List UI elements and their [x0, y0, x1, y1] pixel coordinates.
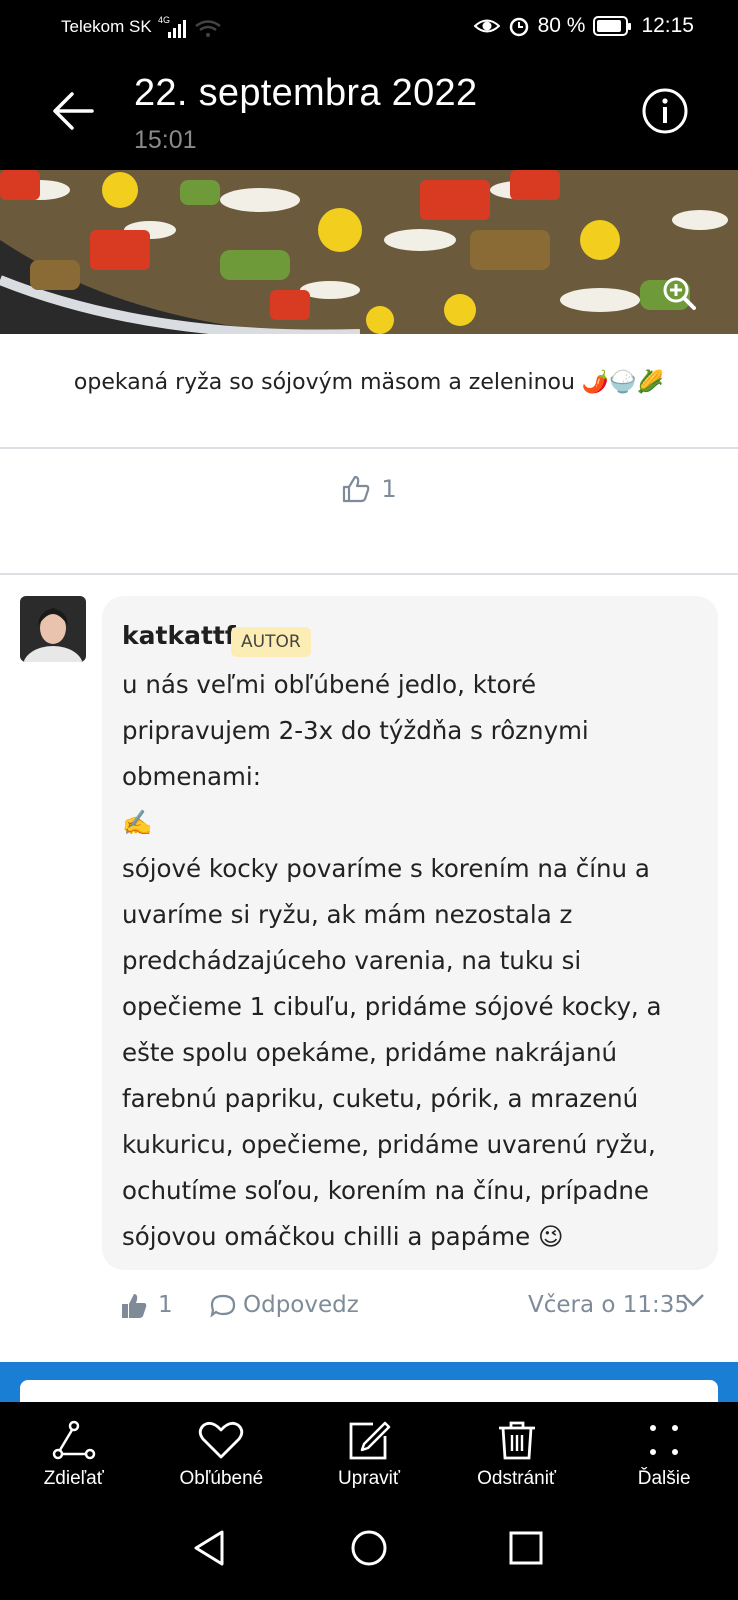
- eye-icon: [473, 19, 500, 33]
- clock: 12:15: [641, 14, 694, 37]
- back-arrow-icon[interactable]: [50, 88, 96, 134]
- post-caption: opekaná ryža so sójovým mäsom a zelenino…: [73, 370, 665, 395]
- thumbs-up-outline-icon: [343, 475, 370, 503]
- reply-bubble-icon[interactable]: [210, 1294, 236, 1318]
- delete-button[interactable]: Odstrániť: [443, 1402, 591, 1502]
- post-photo[interactable]: [0, 170, 738, 334]
- info-icon[interactable]: [640, 86, 690, 136]
- zoom-in-icon[interactable]: [660, 274, 698, 312]
- status-right: 80 % 12:15: [473, 14, 694, 38]
- favorite-label: Obľúbené: [179, 1468, 264, 1489]
- comment-like-count: 1: [158, 1292, 173, 1318]
- share-icon: [52, 1420, 96, 1460]
- thumbs-up-filled-icon[interactable]: [120, 1292, 148, 1320]
- divider: [0, 447, 738, 449]
- page-title: 22. septembra 2022: [134, 72, 478, 114]
- divider: [0, 573, 738, 575]
- comment-timestamp: Včera o 11:35: [528, 1292, 690, 1318]
- fried-rice-photo: [0, 170, 738, 334]
- more-label: Ďalšie: [637, 1468, 691, 1489]
- author-badge: AUTOR: [231, 627, 311, 657]
- reply-button[interactable]: Odpovedz: [243, 1292, 359, 1318]
- comment-text: u nás veľmi obľúbené jedlo, ktoré pripra…: [122, 670, 662, 1251]
- system-navigation-bar: [0, 1502, 738, 1600]
- more-dots-icon: [650, 1425, 679, 1455]
- battery-percent: 80 %: [537, 14, 586, 37]
- delete-label: Odstrániť: [477, 1468, 557, 1489]
- bottom-toolbar: Zdieľať Obľúbené Upraviť Odstrániť Ďalši…: [0, 1402, 738, 1502]
- trash-icon: [498, 1421, 535, 1460]
- post-like-count: 1: [381, 475, 397, 503]
- edit-label: Upraviť: [337, 1468, 400, 1489]
- app-header: 22. septembra 2022 15:01: [0, 56, 738, 170]
- nav-back-icon[interactable]: [192, 1528, 228, 1568]
- share-button[interactable]: Zdieľať: [0, 1402, 148, 1502]
- comment-author[interactable]: katkattf: [122, 621, 236, 650]
- battery-icon: [593, 16, 632, 36]
- user-avatar-image: [20, 596, 86, 662]
- nav-recents-icon[interactable]: [508, 1530, 544, 1566]
- share-label: Zdieľať: [43, 1468, 104, 1489]
- chevron-down-icon[interactable]: [680, 1290, 706, 1310]
- signal-wifi-icon: [168, 20, 221, 38]
- heart-icon: [199, 1421, 244, 1459]
- edit-button[interactable]: Upraviť: [295, 1402, 443, 1502]
- alarm-icon: [509, 17, 528, 37]
- avatar[interactable]: [20, 596, 86, 662]
- more-button[interactable]: Ďalšie: [590, 1402, 738, 1502]
- post-like-button[interactable]: 1: [0, 474, 738, 504]
- page-subtitle-time: 15:01: [134, 126, 197, 154]
- nav-home-icon[interactable]: [349, 1528, 389, 1568]
- favorite-button[interactable]: Obľúbené: [148, 1402, 296, 1502]
- status-bar: Telekom SK 4G 80 % 12:15: [0, 0, 738, 56]
- carrier-name: Telekom SK: [61, 17, 152, 36]
- edit-icon: [349, 1421, 391, 1460]
- comment-actions: 1 Odpovedz Včera o 11:35: [120, 1290, 710, 1326]
